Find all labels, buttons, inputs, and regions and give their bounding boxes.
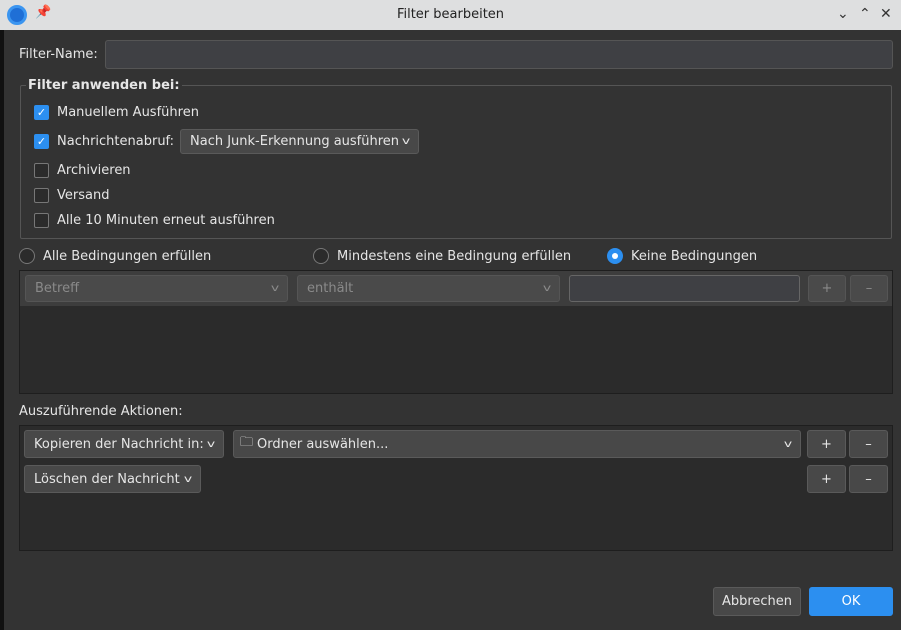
- action-type-select[interactable]: Löschen der Nachricht v: [24, 465, 201, 493]
- cancel-button[interactable]: Abbrechen: [713, 587, 801, 616]
- title-bar: 📌 Filter bearbeiten ⌄ ⌃ ✕: [0, 0, 901, 30]
- match-none-radio[interactable]: Keine Bedingungen: [607, 248, 757, 264]
- folder-icon: 🗀: [240, 435, 254, 450]
- condition-value-input[interactable]: [569, 275, 800, 302]
- periodic-checkbox[interactable]: Alle 10 Minuten erneut ausführen: [34, 213, 275, 228]
- condition-operator-select[interactable]: enthält v: [297, 275, 560, 302]
- chevron-down-icon: v: [783, 438, 793, 450]
- match-all-radio[interactable]: Alle Bedingungen erfüllen: [19, 248, 211, 264]
- chevron-down-icon: v: [542, 283, 552, 294]
- check-icon: ✓: [34, 105, 49, 120]
- action-type-select[interactable]: Kopieren der Nachricht in: v: [24, 430, 224, 458]
- maximize-icon[interactable]: ⌃: [859, 6, 871, 22]
- fetch-timing-select[interactable]: Nach Junk-Erkennung ausführen v: [180, 129, 419, 154]
- apply-legend: Filter anwenden bei:: [26, 78, 182, 93]
- action-remove-button[interactable]: –: [849, 465, 888, 493]
- actions-list: Kopieren der Nachricht in: v 🗀 Ordner ausw…: [19, 425, 893, 551]
- condition-field-select[interactable]: Betreff v: [25, 275, 288, 302]
- folder-select[interactable]: 🗀 Ordner auswählen... v: [233, 430, 801, 458]
- window-title: Filter bearbeiten: [396, 7, 505, 22]
- filter-name-label: Filter-Name:: [19, 47, 98, 62]
- window-edge: [0, 30, 4, 630]
- actions-label: Auszuführende Aktionen:: [19, 404, 183, 419]
- fetch-checkbox[interactable]: ✓ Nachrichtenabruf:: [34, 134, 174, 149]
- filter-name-input[interactable]: [105, 40, 893, 69]
- ok-button[interactable]: OK: [809, 587, 893, 616]
- action-remove-button[interactable]: –: [849, 430, 888, 458]
- send-checkbox[interactable]: Versand: [34, 188, 109, 203]
- chevron-down-icon: v: [183, 473, 193, 485]
- chevron-down-icon: v: [270, 283, 280, 294]
- menu-chevron-icon[interactable]: ⌄: [837, 6, 849, 22]
- action-add-button[interactable]: +: [807, 430, 846, 458]
- match-any-radio[interactable]: Mindestens eine Bedingung erfüllen: [313, 248, 571, 264]
- archive-checkbox[interactable]: Archivieren: [34, 163, 131, 178]
- condition-add-button[interactable]: +: [808, 275, 846, 302]
- manual-checkbox[interactable]: ✓ Manuellem Ausführen: [34, 105, 199, 120]
- condition-remove-button[interactable]: –: [850, 275, 888, 302]
- close-icon[interactable]: ✕: [880, 6, 892, 22]
- chevron-down-icon: v: [401, 136, 411, 147]
- conditions-list: Betreff v enthält v + –: [19, 270, 893, 394]
- chevron-down-icon: v: [206, 438, 216, 450]
- action-add-button[interactable]: +: [807, 465, 846, 493]
- check-icon: ✓: [34, 134, 49, 149]
